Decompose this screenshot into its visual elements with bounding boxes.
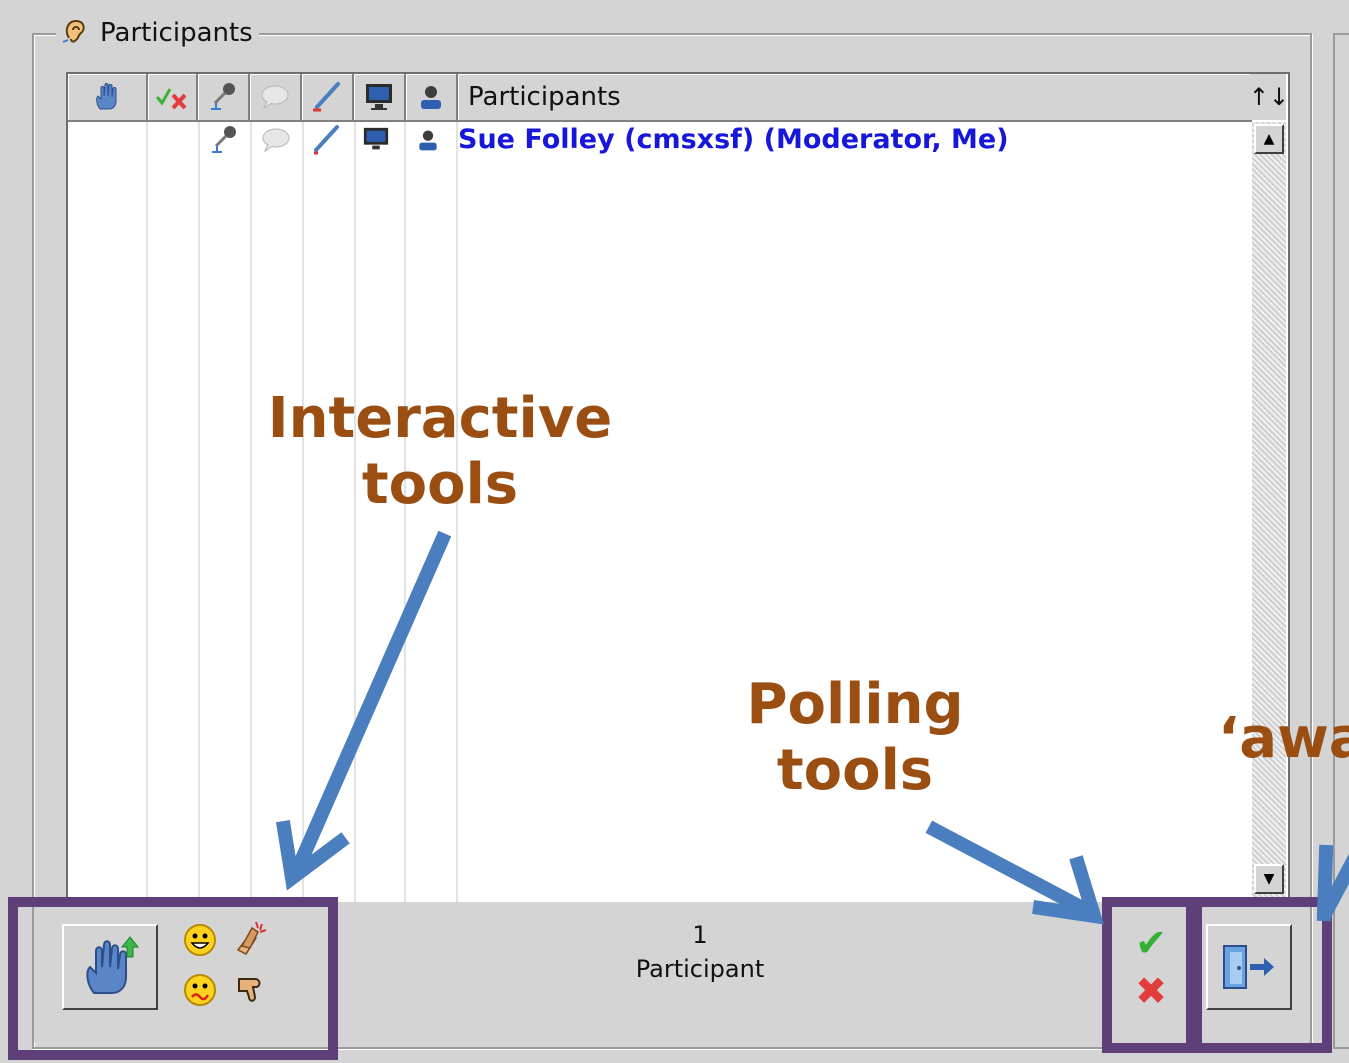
polling-arrow-shaft [925,820,1100,922]
annotation-arrows [275,530,1349,925]
interactive-arrow-shaft [288,530,452,878]
away-arrow-head [1316,844,1334,922]
